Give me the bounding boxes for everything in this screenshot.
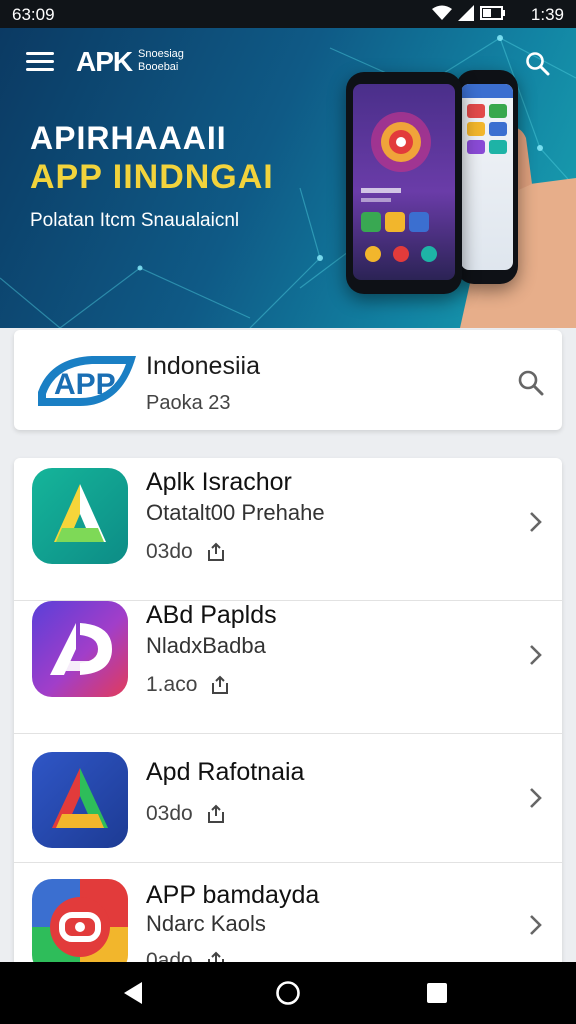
menu-bar bbox=[26, 68, 54, 71]
phone-illustration-front bbox=[346, 72, 462, 294]
signal-icon bbox=[458, 5, 474, 21]
battery-icon bbox=[480, 6, 505, 20]
chevron-right-icon bbox=[530, 915, 542, 935]
search-card-subtitle: Paoka 23 bbox=[146, 392, 231, 414]
app-icon bbox=[32, 468, 128, 564]
app-list: Aplk Israchor Otatalt00 Prehahe 03do ABd… bbox=[14, 458, 562, 978]
app-icon bbox=[32, 752, 128, 848]
brand-sub-line2: Booebai bbox=[138, 61, 179, 73]
app-icon bbox=[32, 601, 128, 697]
hero-banner: APK Snoesiag Booebai APIRHAAAII APP IIND… bbox=[0, 28, 576, 328]
search-card[interactable]: APP Indonesiia Paoka 23 bbox=[14, 330, 562, 430]
share-icon bbox=[212, 675, 229, 694]
phone-screen bbox=[353, 84, 455, 280]
app-name: APP bamdayda bbox=[146, 881, 320, 909]
app-meta: 03do bbox=[146, 540, 225, 564]
chevron-right-icon bbox=[530, 512, 542, 532]
app-subtitle: Otatalt00 Prehahe bbox=[146, 500, 325, 525]
app-meta-text: 03do bbox=[146, 802, 193, 825]
status-time-left: 63:09 bbox=[12, 5, 55, 24]
menu-button[interactable] bbox=[26, 52, 54, 74]
status-bar: 63:09 1:39 bbox=[0, 0, 576, 28]
search-icon[interactable] bbox=[524, 50, 550, 76]
brand-sub-line1: Snoesiag bbox=[138, 48, 184, 60]
recents-icon[interactable] bbox=[424, 980, 450, 1006]
app-meta: 1.aco bbox=[146, 673, 229, 697]
app-icon bbox=[32, 879, 128, 975]
home-icon[interactable] bbox=[275, 980, 301, 1006]
app-subtitle: NladxBadba bbox=[146, 633, 266, 658]
menu-bar bbox=[26, 52, 54, 55]
wifi-icon bbox=[432, 5, 452, 20]
app-list-item[interactable]: ABd Paplds NladxBadba 1.aco bbox=[14, 591, 562, 734]
brand-logo-text: APK bbox=[76, 46, 133, 77]
hero-subtitle: Polatan Itcm Snaualaicnl bbox=[30, 210, 240, 231]
phone-illustration-back bbox=[456, 70, 518, 284]
app-subtitle: Ndarc Kaols bbox=[146, 911, 266, 936]
search-card-title: Indonesiia bbox=[146, 352, 260, 380]
app-name: ABd Paplds bbox=[146, 601, 277, 629]
status-icons bbox=[432, 5, 506, 21]
apk-logo-icon: APP bbox=[38, 356, 136, 406]
app-name: Apd Rafotnaia bbox=[146, 758, 305, 786]
navigation-bar bbox=[0, 962, 576, 1024]
chevron-right-icon bbox=[530, 645, 542, 665]
menu-bar bbox=[26, 60, 54, 63]
app-meta: 03do bbox=[146, 802, 225, 826]
app-list-item[interactable]: Aplk Israchor Otatalt00 Prehahe 03do bbox=[14, 458, 562, 601]
app-list-item[interactable]: APP bamdayda Ndarc Kaols 0ado bbox=[14, 863, 562, 978]
brand-subtitle: Snoesiag Booebai bbox=[138, 48, 184, 74]
apk-logo-text: APP bbox=[54, 368, 116, 401]
app-list-item[interactable]: Apd Rafotnaia 03do bbox=[14, 734, 562, 863]
hero-title-line2: APP IINDNGAI bbox=[30, 158, 274, 196]
search-icon[interactable] bbox=[516, 368, 544, 396]
phone-screen bbox=[461, 84, 513, 270]
back-icon[interactable] bbox=[120, 980, 146, 1006]
hero-title-line1: APIRHAAAII bbox=[30, 120, 227, 156]
status-time-right: 1:39 bbox=[530, 5, 564, 24]
app-meta-text: 03do bbox=[146, 540, 193, 563]
chevron-right-icon bbox=[530, 788, 542, 808]
app-meta-text: 1.aco bbox=[146, 673, 198, 696]
share-icon bbox=[207, 804, 224, 823]
app-name: Aplk Israchor bbox=[146, 468, 292, 496]
share-icon bbox=[207, 542, 224, 561]
